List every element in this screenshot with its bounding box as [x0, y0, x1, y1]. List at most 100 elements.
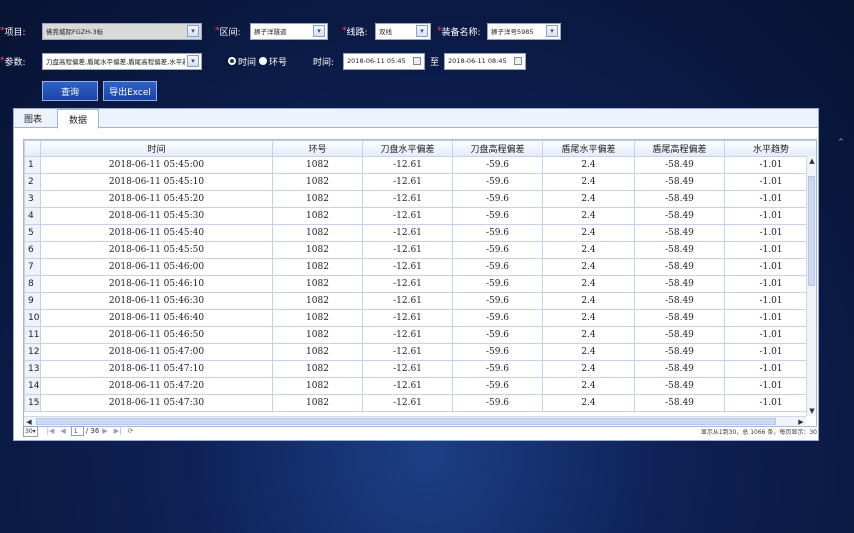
table-cell: 2018-06-11 05:45:50 — [40, 241, 273, 259]
project-select[interactable]: 佛莞城际FGZH-3标 ▾ — [42, 22, 202, 40]
table-row[interactable]: 14 2018-06-11 05:47:20 1082 -12.61 -59.6 2.4-… — [24, 377, 816, 395]
table-cell: 2018-06-11 05:46:00 — [40, 258, 273, 276]
row-number: 13 — [24, 360, 41, 378]
table-row[interactable]: 3 2018-06-11 05:45:20 1082 -12.61 -59.6 2.4 -5… — [24, 190, 816, 208]
table-cell: -1.01 — [724, 258, 816, 276]
calendar-icon — [413, 57, 422, 65]
table-cell: -1.01 — [724, 173, 816, 191]
table-cell: -58.49 — [634, 224, 725, 242]
scroll-up-icon[interactable]: ▲ — [807, 156, 816, 166]
pagination-bar: 30 ▾ |◀ ◀ 1 / 36 ▶ ▶| ⟳ 显示从1到30，总 1066 条，… — [23, 424, 817, 438]
table-cell: 2018-06-11 05:45:40 — [40, 224, 273, 242]
table-cell: 1082 — [272, 241, 363, 259]
column-header[interactable]: 刀盘水平偏差 — [362, 140, 453, 157]
table-cell: -59.6 — [452, 292, 543, 310]
table-cell: 1082 — [272, 224, 363, 242]
tab-chart[interactable]: 图表 — [18, 109, 48, 128]
tab-data[interactable]: 数据 — [57, 109, 99, 129]
table-cell: -59.6 — [452, 309, 543, 327]
table-cell: -58.49 — [634, 326, 725, 344]
to-label: 至 — [430, 57, 440, 68]
mode-time-radio[interactable]: 时间 — [228, 55, 256, 68]
table-cell: -12.61 — [362, 173, 453, 191]
table-row[interactable]: 2 2018-06-11 05:45:10 1082 -12.61 -59.6 2.4 -5… — [24, 173, 816, 191]
row-number: 2 — [24, 173, 41, 191]
table-cell: -12.61 — [362, 258, 453, 276]
table-row[interactable]: 7 2018-06-11 05:46:00 1082 -12.61 -59.6 2.4 -5… — [24, 258, 816, 276]
table-row[interactable]: 5 2018-06-11 05:45:40 1082 -12.61 -59.6 2.4 -5… — [24, 224, 816, 242]
vertical-scroll-thumb[interactable] — [808, 176, 815, 286]
table-cell: -59.6 — [452, 190, 543, 208]
table-row[interactable]: 6 2018-06-11 05:45:50 1082 -12.61 -59.6 2.4 -5… — [24, 241, 816, 259]
column-header[interactable]: 盾尾高程偏差 — [634, 140, 725, 157]
column-header[interactable]: 水平趋势 — [724, 140, 816, 157]
equipment-select[interactable]: 狮子洋号5985 ▾ — [487, 22, 561, 40]
section-select[interactable]: 狮子洋隧道 ▾ — [250, 22, 328, 40]
table-cell: 2018-06-11 05:46:30 — [40, 292, 273, 310]
table-cell: -1.01 — [724, 275, 816, 293]
table-cell: 1082 — [272, 292, 363, 310]
table-cell: -12.61 — [362, 190, 453, 208]
table-cell: -1.01 — [724, 190, 816, 208]
table-row[interactable]: 1 2018-06-11 05:45:00 1082 -12.61 -59.6 2.4 -5… — [24, 156, 816, 174]
column-header[interactable]: 环号 — [272, 140, 363, 157]
table-cell: 2.4 — [542, 173, 635, 191]
time-label: 时间: — [313, 57, 335, 68]
table-cell: -59.6 — [452, 241, 543, 259]
table-cell: -59.6 — [452, 377, 543, 395]
next-page-icon[interactable]: ▶ — [102, 427, 107, 435]
column-header[interactable]: 刀盘高程偏差 — [452, 140, 543, 157]
params-select[interactable]: 刀盘高程偏差,盾尾水平偏差,盾尾高程偏差,水平趋势 ▾ — [42, 52, 202, 70]
chevron-down-icon: ▾ — [187, 25, 199, 37]
table-row[interactable]: 8 2018-06-11 05:46:10 1082 -12.61 -59.6 2.4 -5… — [24, 275, 816, 293]
row-number-header — [24, 140, 41, 157]
query-button[interactable]: 查询 — [42, 81, 98, 101]
prev-page-icon[interactable]: ◀ — [60, 427, 65, 435]
table-cell: -59.6 — [452, 360, 543, 378]
table-cell: -58.49 — [634, 360, 725, 378]
table-cell: -12.61 — [362, 275, 453, 293]
table-cell: -12.61 — [362, 377, 453, 395]
table-cell: 2018-06-11 05:45:00 — [40, 156, 273, 174]
export-excel-button[interactable]: 导出Excel — [103, 81, 157, 101]
table-row[interactable]: 4 2018-06-11 05:45:30 1082 -12.61 -59.6 2.4 -5… — [24, 207, 816, 225]
refresh-icon[interactable]: ⟳ — [127, 427, 133, 435]
page-scrollbar[interactable]: ^ — [838, 138, 846, 146]
table-row[interactable]: 9 2018-06-11 05:46:30 1082 -12.61 -59.6 2.4 -5… — [24, 292, 816, 310]
table-cell: 2.4 — [542, 377, 635, 395]
page-scroll-up-icon[interactable]: ^ — [838, 138, 846, 146]
row-number: 7 — [24, 258, 41, 276]
scroll-down-icon[interactable]: ▼ — [807, 406, 816, 416]
first-page-icon[interactable]: |◀ — [47, 427, 55, 435]
time-from-input[interactable]: 2018-06-11 05:45 — [343, 52, 426, 70]
project-label: * 项目: — [0, 26, 26, 38]
page-size-select[interactable]: 30 ▾ — [23, 425, 38, 437]
table-row[interactable]: 12 2018-06-11 05:47:00 1082 -12.61 -59.6 2.4-… — [24, 343, 816, 361]
table-row[interactable]: 15 2018-06-11 05:47:30 1082 -12.61 -59.6 2.4-… — [24, 394, 816, 412]
time-to-input[interactable]: 2018-06-11 08:45 — [444, 52, 527, 70]
page-number-input[interactable]: 1 — [70, 426, 84, 436]
vertical-scrollbar[interactable]: ▲ ▼ — [806, 156, 816, 416]
last-page-icon[interactable]: ▶| — [114, 427, 122, 435]
table-cell: -59.6 — [452, 224, 543, 242]
table-row[interactable]: 11 2018-06-11 05:46:50 1082 -12.61 -59.6 2.4-… — [24, 326, 816, 344]
table-cell: 2.4 — [542, 360, 635, 378]
table-cell: 1082 — [272, 258, 363, 276]
line-label: * 线路: — [342, 26, 368, 38]
table-cell: 2018-06-11 05:45:30 — [40, 207, 273, 225]
table-cell: 2.4 — [542, 343, 635, 361]
line-select[interactable]: 双线 ▾ — [375, 22, 431, 40]
table-row[interactable]: 13 2018-06-11 05:47:10 1082 -12.61 -59.6 2.4-… — [24, 360, 816, 378]
row-number: 14 — [24, 377, 41, 395]
mode-ring-radio[interactable]: 环号 — [259, 55, 287, 68]
table-cell: 2018-06-11 05:47:30 — [40, 394, 273, 412]
table-cell: -58.49 — [634, 173, 725, 191]
table-cell: 2018-06-11 05:46:40 — [40, 309, 273, 327]
table-cell: -58.49 — [634, 343, 725, 361]
column-header[interactable]: 盾尾水平偏差 — [542, 140, 635, 157]
table-cell: -1.01 — [724, 326, 816, 344]
table-cell: -1.01 — [724, 156, 816, 174]
table-cell: 2018-06-11 05:47:10 — [40, 360, 273, 378]
column-header[interactable]: 时间 — [40, 140, 273, 157]
table-row[interactable]: 10 2018-06-11 05:46:40 1082 -12.61 -59.6 2.4-… — [24, 309, 816, 327]
